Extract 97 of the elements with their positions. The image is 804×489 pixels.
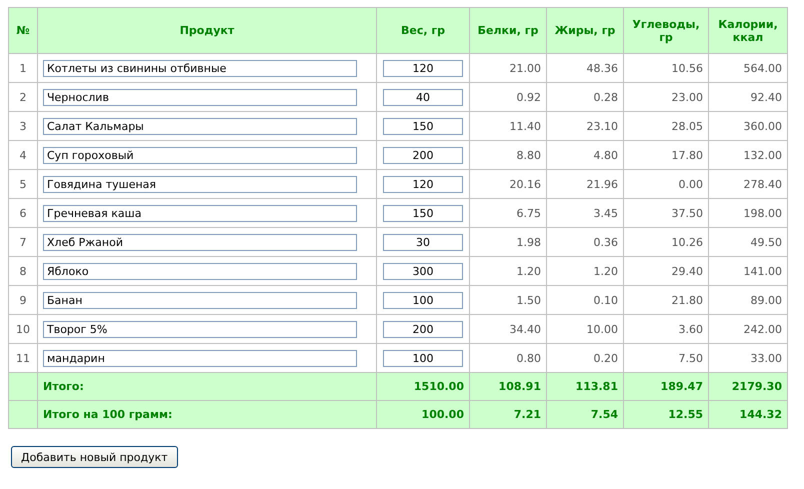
table-cell: 3.45 <box>594 206 618 220</box>
weight-input[interactable]: 40 <box>383 88 463 106</box>
table-cell: 564.00 <box>744 62 782 74</box>
add-product-button[interactable]: Добавить новый продукт <box>11 446 178 468</box>
row-number: 9 <box>20 294 26 306</box>
total-value: 189.47 <box>660 380 703 393</box>
table-cell: 23.10 <box>586 120 618 132</box>
table-cell: 21.96 <box>586 178 618 190</box>
table-cell: 10.00 <box>586 322 618 336</box>
total-value: 7.21 <box>514 408 541 421</box>
total-label: Итого: <box>43 380 84 393</box>
table-cell: 132.00 <box>744 148 782 162</box>
product-input[interactable]: Суп гороховый <box>43 146 357 164</box>
table-cell: 3.60 <box>678 322 703 336</box>
table-cell: 198.00 <box>744 206 782 220</box>
total-value: 1510.00 <box>414 380 464 393</box>
table-cell: 10.56 <box>672 62 703 74</box>
total-value: 12.55 <box>668 408 703 421</box>
table-cell: 49.50 <box>750 236 782 248</box>
table-cell: 92.40 <box>750 90 782 104</box>
column-header: Продукт <box>38 8 376 54</box>
total-label: Итого на 100 грамм: <box>43 408 172 421</box>
total-value: 113.81 <box>576 380 618 393</box>
product-input[interactable]: Салат Кальмары <box>43 118 357 134</box>
weight-input[interactable]: 150 <box>383 204 463 222</box>
product-input[interactable]: Говядина тушеная <box>43 176 357 192</box>
table-cell: 21.80 <box>672 294 703 306</box>
table-cell: 20.16 <box>510 178 541 190</box>
table-cell: 37.50 <box>672 206 703 220</box>
table-cell: 360.00 <box>744 120 782 132</box>
table-cell: 17.80 <box>672 148 703 162</box>
table-cell: 1.98 <box>516 236 541 248</box>
row-number: 6 <box>20 206 26 220</box>
product-input[interactable]: Хлеб Ржаной <box>43 234 357 250</box>
product-input[interactable]: Банан <box>43 292 357 308</box>
table-cell: 89.00 <box>750 294 782 306</box>
table-cell: 141.00 <box>744 264 782 278</box>
weight-input[interactable]: 200 <box>383 146 463 164</box>
table-cell: 10.26 <box>672 236 703 248</box>
weight-input[interactable]: 100 <box>383 350 463 366</box>
table-cell: 0.92 <box>516 90 541 104</box>
column-header: № <box>8 8 38 54</box>
total-value: 108.91 <box>498 380 541 393</box>
table-cell: 21.00 <box>510 62 541 74</box>
product-input[interactable]: мандарин <box>43 350 357 366</box>
total-value: 100.00 <box>422 408 464 421</box>
table-cell: 7.50 <box>678 352 703 364</box>
row-number: 7 <box>20 236 26 248</box>
table-cell: 1.20 <box>516 264 541 278</box>
table-cell: 0.20 <box>594 352 618 364</box>
weight-input[interactable]: 150 <box>383 118 463 134</box>
table-cell: 0.00 <box>678 178 703 190</box>
product-input[interactable]: Творог 5% <box>43 320 357 338</box>
row-number: 11 <box>16 352 30 364</box>
column-header: Вес, гр <box>376 8 470 54</box>
table-cell: 23.00 <box>672 90 703 104</box>
table-cell: 28.05 <box>672 120 703 132</box>
table-cell: 29.40 <box>672 264 703 278</box>
total-value: 7.54 <box>590 408 618 421</box>
column-header: Калории, ккал <box>708 8 788 54</box>
table-cell: 0.36 <box>594 236 618 248</box>
table-cell: 34.40 <box>510 322 541 336</box>
table-cell: 6.75 <box>516 206 541 220</box>
table-cell: 0.28 <box>594 90 618 104</box>
table-cell: 11.40 <box>510 120 541 132</box>
row-number: 5 <box>20 178 26 190</box>
row-number: 10 <box>16 322 30 336</box>
total-value: 144.32 <box>740 408 782 421</box>
table-cell: 4.80 <box>594 148 618 162</box>
weight-input[interactable]: 300 <box>383 262 463 280</box>
table-cell: 48.36 <box>586 62 618 74</box>
product-input[interactable]: Чернослив <box>43 88 357 106</box>
weight-input[interactable]: 100 <box>383 292 463 308</box>
table-cell: 1.50 <box>516 294 541 306</box>
row-number: 1 <box>20 62 26 74</box>
column-header: Белки, гр <box>470 8 546 54</box>
weight-input[interactable]: 200 <box>383 320 463 338</box>
table-cell: 33.00 <box>750 352 782 364</box>
column-header: Углеводы, гр <box>624 8 708 54</box>
weight-input[interactable]: 120 <box>383 60 463 76</box>
total-value: 2179.30 <box>732 380 782 393</box>
table-cell: 0.10 <box>594 294 618 306</box>
product-input[interactable]: Гречневая каша <box>43 204 357 222</box>
column-header: Жиры, гр <box>546 8 624 54</box>
table-cell: 1.20 <box>594 264 618 278</box>
row-number: 2 <box>20 90 26 104</box>
weight-input[interactable]: 30 <box>383 234 463 250</box>
table-cell: 0.80 <box>516 352 541 364</box>
row-number: 4 <box>20 148 26 162</box>
product-input[interactable]: Яблоко <box>43 262 357 280</box>
row-number: 3 <box>20 120 26 132</box>
table-cell: 242.00 <box>744 322 782 336</box>
table-cell: 278.40 <box>744 178 782 190</box>
weight-input[interactable]: 120 <box>383 176 463 192</box>
row-number: 8 <box>20 264 26 278</box>
product-input[interactable]: Котлеты из свинины отбивные <box>43 60 357 76</box>
table-cell: 8.80 <box>516 148 541 162</box>
